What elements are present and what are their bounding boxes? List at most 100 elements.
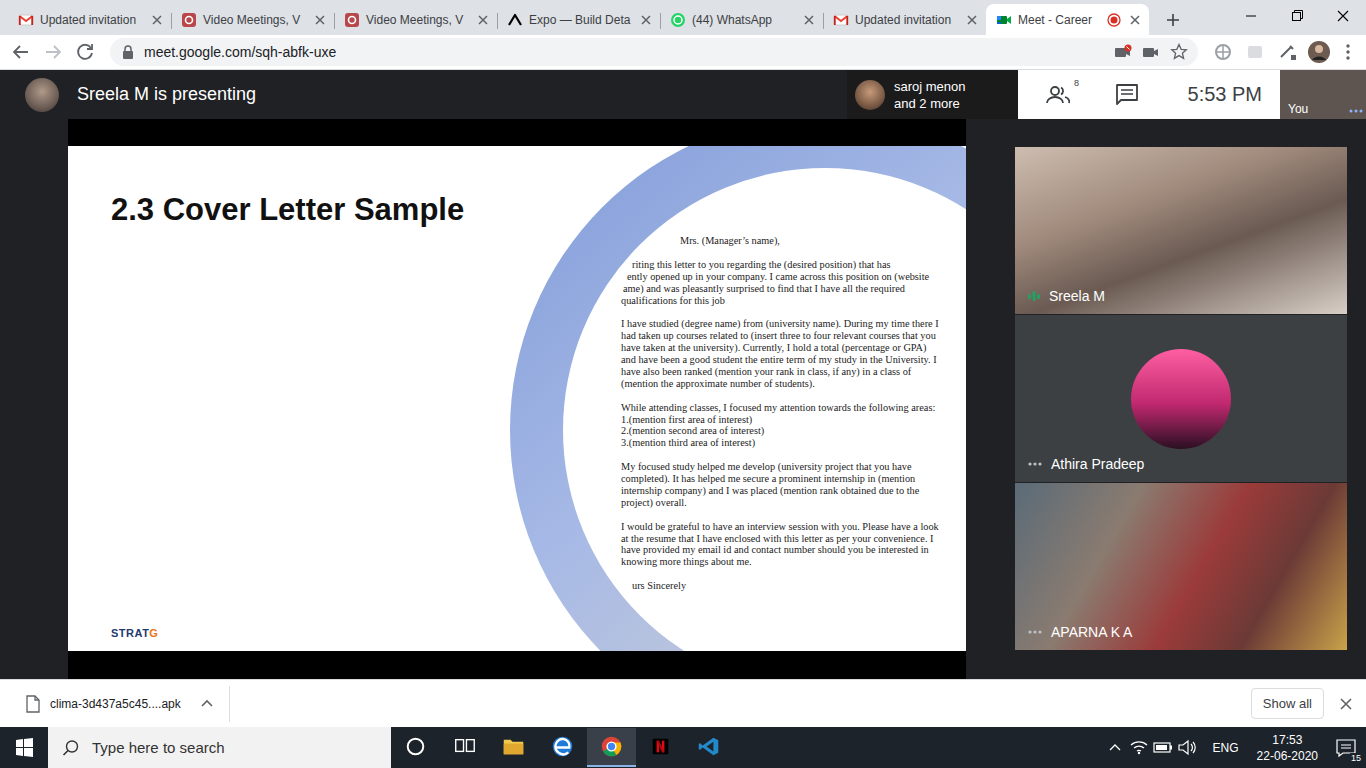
whereby-favicon-icon: [344, 12, 360, 28]
participant-name: saroj menon: [894, 78, 966, 95]
tab-title[interactable]: Video Meetings, V: [203, 13, 306, 27]
close-tab-icon[interactable]: [801, 12, 817, 28]
close-tab-icon[interactable]: [475, 12, 491, 28]
letter-line: riting this letter to you regarding the …: [621, 259, 966, 271]
forward-icon[interactable]: [38, 37, 68, 67]
tab-title[interactable]: Updated invitation: [855, 13, 958, 27]
action-center[interactable]: 15: [1326, 727, 1366, 768]
volume-icon[interactable]: [1175, 727, 1199, 768]
close-tab-icon[interactable]: [1127, 12, 1143, 28]
more-dots-icon[interactable]: [1349, 109, 1363, 113]
file-icon: [26, 695, 40, 713]
browser-tab[interactable]: Updated invitation: [8, 5, 171, 35]
participant-photo: [1131, 349, 1231, 449]
clock[interactable]: 17:5322-06-2020: [1257, 732, 1318, 764]
tab-title[interactable]: Meet - Career: [1018, 13, 1101, 27]
tab-title[interactable]: Expo — Build Deta: [529, 13, 632, 27]
download-item[interactable]: clima-3d437a5c45....apk: [0, 686, 230, 722]
windows-start-icon[interactable]: [0, 727, 48, 768]
browser-tab[interactable]: (44) WhatsApp: [660, 5, 823, 35]
search-icon: [62, 739, 80, 757]
url-text[interactable]: meet.google.com/sqh-abfk-uxe: [144, 44, 1104, 60]
letter-line: project) overall.: [621, 497, 966, 509]
explorer-icon[interactable]: [489, 728, 538, 767]
participant-tile[interactable]: Sreela M: [1015, 147, 1347, 314]
tile-label: Sreela M: [1027, 288, 1105, 304]
close-tab-icon[interactable]: [964, 12, 980, 28]
tab-strip: Updated invitation Video Meetings, V Video…: [0, 0, 1366, 35]
participant-tile[interactable]: Athira Pradeep: [1015, 315, 1347, 482]
people-icon[interactable]: [1044, 80, 1074, 110]
show-all-button[interactable]: Show all: [1251, 688, 1324, 719]
browser-tab[interactable]: Video Meetings, V: [171, 5, 334, 35]
address-bar[interactable]: meet.google.com/sqh-abfk-uxe: [110, 38, 1198, 66]
letter-paragraph: My focused study helped me develop (univ…: [621, 461, 966, 509]
close-icon[interactable]: [1336, 694, 1356, 714]
chevron-up-icon[interactable]: [199, 696, 215, 712]
edge-icon[interactable]: [538, 728, 587, 767]
letter-line: 2.(mention second area of interest): [621, 425, 966, 437]
star-icon[interactable]: [1170, 43, 1188, 61]
participants-button[interactable]: 8: [1044, 80, 1074, 110]
browser-tab[interactable]: Expo — Build Deta: [497, 5, 660, 35]
extension-icon[interactable]: [1272, 37, 1302, 67]
back-icon[interactable]: [6, 37, 36, 67]
video-icon[interactable]: [1142, 44, 1160, 60]
minimize-icon[interactable]: [1228, 0, 1274, 32]
clock-time[interactable]: 17:53: [1272, 732, 1302, 748]
reload-icon[interactable]: [70, 37, 100, 67]
expo-favicon-icon: [507, 12, 523, 28]
clock-date[interactable]: 22-06-2020: [1257, 748, 1318, 764]
letter-paragraph: While attending classes, I focused my at…: [621, 402, 966, 450]
menu-icon[interactable]: [1336, 37, 1360, 67]
presentation-stage: 2.3 Cover Letter SampleSTRATGMrs. (Manag…: [68, 119, 966, 679]
show-hidden-icons-icon[interactable]: [1103, 727, 1127, 768]
participant-tile[interactable]: APARNA K A: [1015, 483, 1347, 650]
cover-letter: Mrs. (Manager’s name),riting this letter…: [621, 146, 966, 651]
letter-line: ently opened up in your company. I came …: [621, 271, 966, 283]
taskview-icon[interactable]: [440, 728, 489, 767]
letter-line: internship company) and I was placed (me…: [621, 485, 966, 497]
presenting-label: Sreela M is presenting: [77, 84, 256, 105]
download-filename[interactable]: clima-3d437a5c45....apk: [50, 697, 181, 711]
letter-paragraph: I have studied (degree name) from (unive…: [621, 318, 966, 389]
input-language[interactable]: ENG: [1213, 741, 1239, 755]
netflix-icon[interactable]: [636, 728, 685, 767]
vscode-icon[interactable]: [685, 728, 734, 767]
search-placeholder[interactable]: Type here to search: [92, 739, 225, 756]
close-window-icon[interactable]: [1320, 0, 1366, 32]
browser-tab[interactable]: Updated invitation: [823, 5, 986, 35]
extension-icon[interactable]: [1240, 37, 1270, 67]
extension-icon[interactable]: [1208, 37, 1238, 67]
tab-title[interactable]: Updated invitation: [40, 13, 143, 27]
letter-line: 3.(mention third area of interest): [621, 437, 966, 449]
camera-blocked-icon[interactable]: [1114, 44, 1132, 60]
participant-name: APARNA K A: [1051, 624, 1132, 640]
whereby-favicon-icon: [181, 12, 197, 28]
browser-tab[interactable]: Meet - Career: [986, 4, 1149, 35]
tab-title[interactable]: Video Meetings, V: [366, 13, 469, 27]
letter-line: knowing more things about me.: [621, 556, 966, 568]
browser-tab[interactable]: Video Meetings, V: [334, 5, 497, 35]
participant-name: Athira Pradeep: [1051, 456, 1144, 472]
close-tab-icon[interactable]: [149, 12, 165, 28]
more-count: and 2 more: [894, 95, 966, 112]
taskbar-search[interactable]: Type here to search: [48, 727, 391, 768]
battery-icon[interactable]: [1151, 727, 1175, 768]
tab-title[interactable]: (44) WhatsApp: [692, 13, 795, 27]
cortana-icon[interactable]: [391, 728, 440, 767]
letter-line: qualifications for this job: [621, 295, 966, 307]
new-tab-icon[interactable]: [1157, 5, 1189, 35]
muted-dots-icon: [1027, 625, 1043, 639]
chat-icon[interactable]: [1114, 82, 1140, 108]
close-tab-icon[interactable]: [312, 12, 328, 28]
network-icon[interactable]: [1127, 727, 1151, 768]
download-bar: clima-3d437a5c45....apk Show all: [0, 679, 1366, 727]
profile-avatar-icon[interactable]: [1304, 37, 1334, 67]
close-tab-icon[interactable]: [638, 12, 654, 28]
restore-icon[interactable]: [1274, 0, 1320, 32]
participant-avatar: [855, 80, 885, 110]
chrome-icon[interactable]: [587, 728, 636, 767]
others-text: saroj menonand 2 more: [894, 78, 966, 112]
others-presenting[interactable]: saroj menonand 2 more: [847, 70, 1018, 119]
